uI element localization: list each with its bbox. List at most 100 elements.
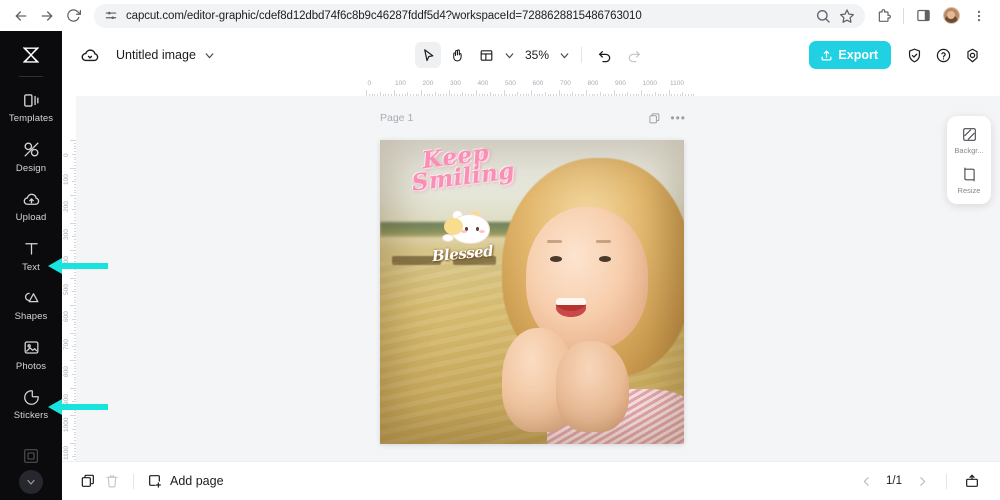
design-canvas-page[interactable]: Keep Smiling Blessed [380,140,684,444]
ruler-tick-label: 700 [560,80,571,87]
ruler-tick-label: 800 [63,366,70,377]
sidebar-label-design: Design [15,162,47,174]
chevron-right-icon [919,476,925,486]
duplicate-button[interactable] [76,469,100,493]
sidebar-item-templates[interactable]: Templates [0,81,62,131]
upload-cloud-icon [21,189,41,209]
ruler-tick-label: 1100 [63,445,70,460]
ruler-tick-label: 900 [615,80,626,87]
zoom-level-value[interactable]: 35% [519,48,551,62]
canvas-side-panel: Backgr... Resize [947,116,991,204]
prev-page-button[interactable] [855,470,877,492]
back-button[interactable] [8,3,34,29]
sidebar-item-shapes[interactable]: Shapes [0,279,62,329]
add-page-button[interactable]: Add page [147,473,224,489]
layout-chevron-down-icon[interactable] [503,49,516,62]
privacy-shield-button[interactable] [901,42,928,69]
page-label: Page 1 [380,112,414,124]
editor-workspace: 0 100 200 300 400 500 600 700 800 900 1000 1100 0 10… [62,79,1000,461]
ruler-tick-label: 400 [477,80,489,87]
shield-check-icon [908,48,921,62]
select-tool-button[interactable] [414,42,441,68]
present-button[interactable] [960,469,984,493]
redo-button[interactable] [621,42,647,68]
capcut-logo-icon[interactable] [17,44,45,66]
page-indicator: 1/1 [886,475,902,487]
next-page-button[interactable] [911,470,933,492]
side-panel-button[interactable] [910,3,936,29]
export-upload-icon [821,50,832,60]
frame-square-icon[interactable] [22,447,40,465]
sidebar-divider [19,76,43,77]
three-dot-menu-icon [977,10,981,21]
arrow-shaft [60,263,108,269]
zoom-chevron-down-icon[interactable] [558,49,571,62]
sidebar-item-design[interactable]: Design [0,131,62,181]
star-bookmark-icon[interactable] [839,8,855,24]
settings-button[interactable] [959,42,986,69]
hand-tool-button[interactable] [444,42,470,68]
chrome-menu-button[interactable] [966,3,992,29]
more-options-icon[interactable]: ••• [670,112,686,124]
extensions-button[interactable] [871,3,897,29]
bottom-right-group: 1/1 [855,469,984,493]
background-button[interactable]: Backgr... [947,126,991,155]
ruler-tick-label: 0 [367,80,372,87]
sidebar-item-photos[interactable]: Photos [0,329,62,379]
ruler-tick-label: 100 [395,80,406,87]
layout-grid-icon [480,49,492,61]
cat-patch [444,218,463,235]
undo-arrow-icon [599,51,611,63]
document-title[interactable]: Untitled image [116,48,196,62]
toolbar-divider [903,7,904,24]
profile-button[interactable] [938,3,964,29]
ruler-tick-label: 500 [63,283,70,295]
sidebar-item-upload[interactable]: Upload [0,180,62,230]
address-bar[interactable]: capcut.com/editor-graphic/cdef8d12dbd74f… [94,3,865,28]
forward-arrow-icon [41,10,53,21]
sidebar-label-templates: Templates [8,113,54,124]
sidebar-label-stickers: Stickers [13,410,49,421]
delete-button[interactable] [100,469,124,493]
cursor-select-icon [423,48,433,61]
page-header-actions: ••• [648,112,686,125]
sidebar-collapse-button[interactable] [19,470,43,494]
site-settings-icon[interactable] [104,9,118,23]
add-page-label: Add page [170,474,224,488]
hand-pan-icon [452,48,462,61]
trash-delete-icon [106,475,118,488]
cat-paw [442,234,454,242]
url-text[interactable]: capcut.com/editor-graphic/cdef8d12dbd74f… [126,10,807,22]
sidebar-label-text: Text [22,261,40,273]
cloud-save-icon[interactable] [80,45,100,65]
horizontal-ruler[interactable]: 0 100 200 300 400 500 600 700 800 900 1000 1100 [76,79,1000,96]
chevron-left-icon [863,476,869,486]
stickers-icon [21,387,41,407]
ruler-tick-label: 200 [422,80,434,87]
duplicate-page-icon[interactable] [648,112,661,125]
ruler-tick-label: 200 [63,201,70,212]
resize-label: Resize [957,186,981,195]
browser-action-icons [871,3,992,29]
toolbar-right-group: Export [809,41,986,69]
ruler-tick-label: 600 [532,80,544,87]
canvas-area[interactable]: Page 1 ••• Keep Smiling Blessed Backgr..… [76,96,1000,461]
background-label: Backgr... [954,146,984,155]
title-chevron-down-icon[interactable] [203,49,216,62]
ruler-tick-label: 700 [63,338,70,350]
back-arrow-icon [15,10,27,21]
help-question-icon [936,48,951,62]
pointer-arrow-stickers [48,399,108,415]
resize-button[interactable]: Resize [947,166,991,195]
zoom-magnifier-icon[interactable] [815,8,831,24]
undo-button[interactable] [592,42,618,68]
redo-arrow-icon [628,51,640,63]
forward-button[interactable] [34,3,60,29]
reload-button[interactable] [60,3,86,29]
canvas-photo[interactable]: Keep Smiling Blessed [380,140,684,444]
sidebar-label-upload: Upload [15,212,47,223]
export-button[interactable]: Export [809,41,891,69]
layout-tool-button[interactable] [473,42,499,68]
help-button[interactable] [930,42,957,69]
photos-image-icon [21,338,41,358]
